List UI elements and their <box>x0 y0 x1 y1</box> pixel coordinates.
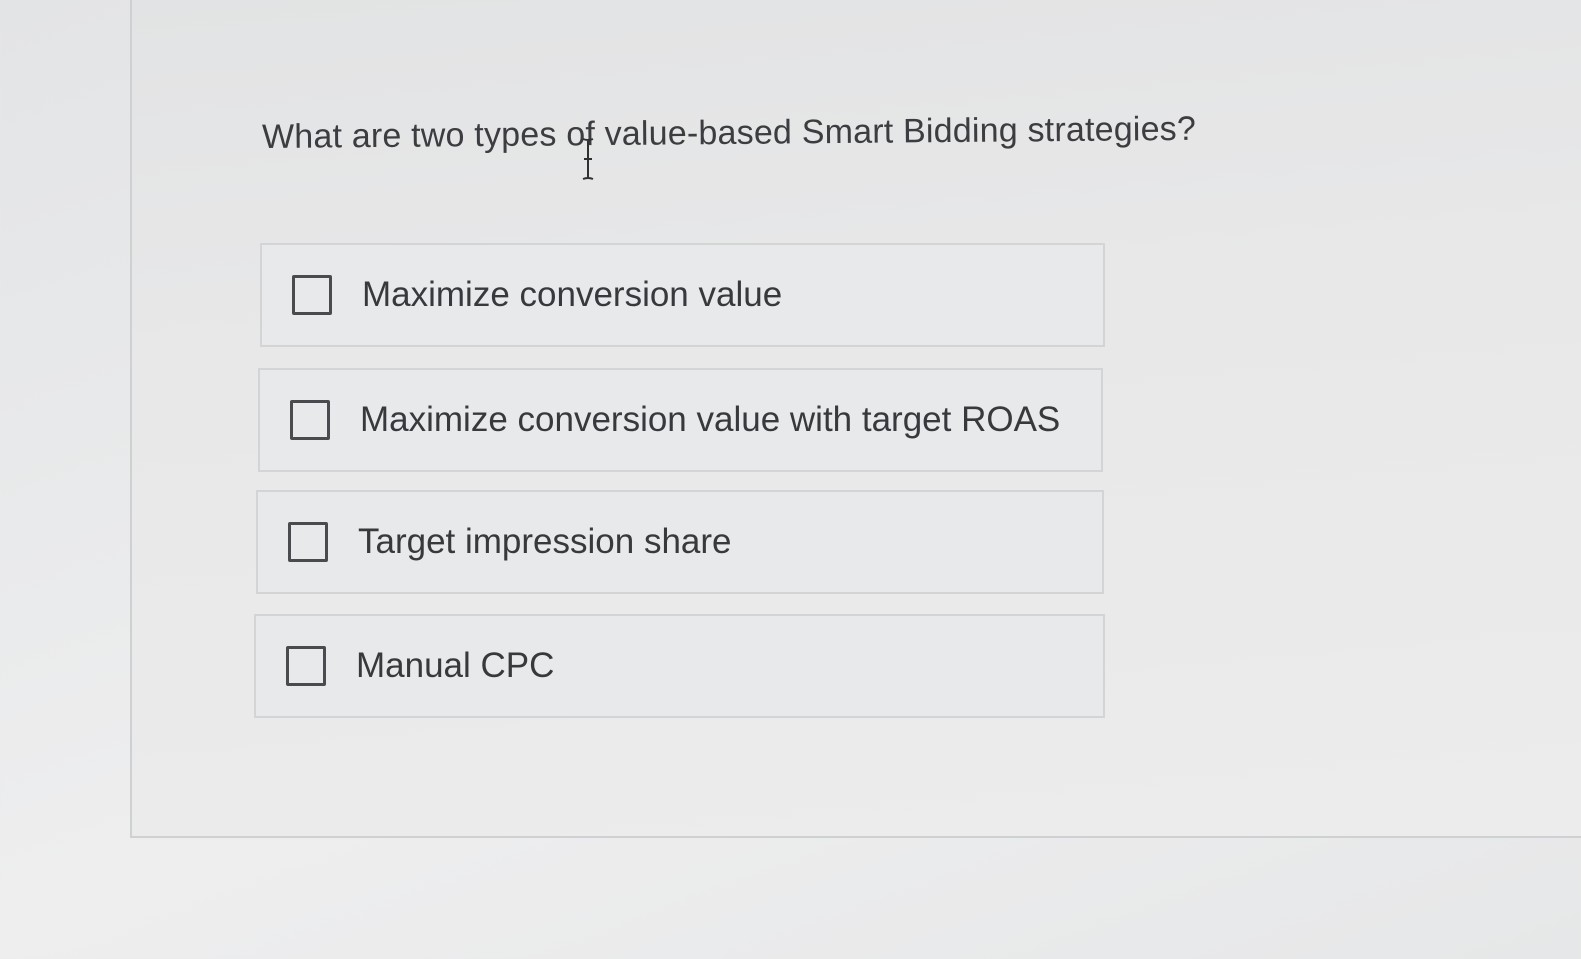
option-maximize-conversion-value[interactable]: Maximize conversion value <box>260 243 1105 347</box>
option-target-impression-share[interactable]: Target impression share <box>256 490 1104 594</box>
option-manual-cpc[interactable]: Manual CPC <box>254 614 1105 718</box>
option-maximize-conversion-value-target-roas[interactable]: Maximize conversion value with target RO… <box>258 368 1103 472</box>
option-label: Target impression share <box>358 522 732 561</box>
option-label: Maximize conversion value <box>362 275 783 314</box>
option-label: Manual CPC <box>356 646 555 685</box>
checkbox[interactable] <box>292 275 332 315</box>
checkbox[interactable] <box>288 522 328 562</box>
checkbox[interactable] <box>286 646 326 686</box>
text-cursor-icon <box>582 138 594 180</box>
question-text: What are two types of value-based Smart … <box>261 109 1197 156</box>
option-label: Maximize conversion value with target RO… <box>360 400 1061 439</box>
checkbox[interactable] <box>290 400 330 440</box>
